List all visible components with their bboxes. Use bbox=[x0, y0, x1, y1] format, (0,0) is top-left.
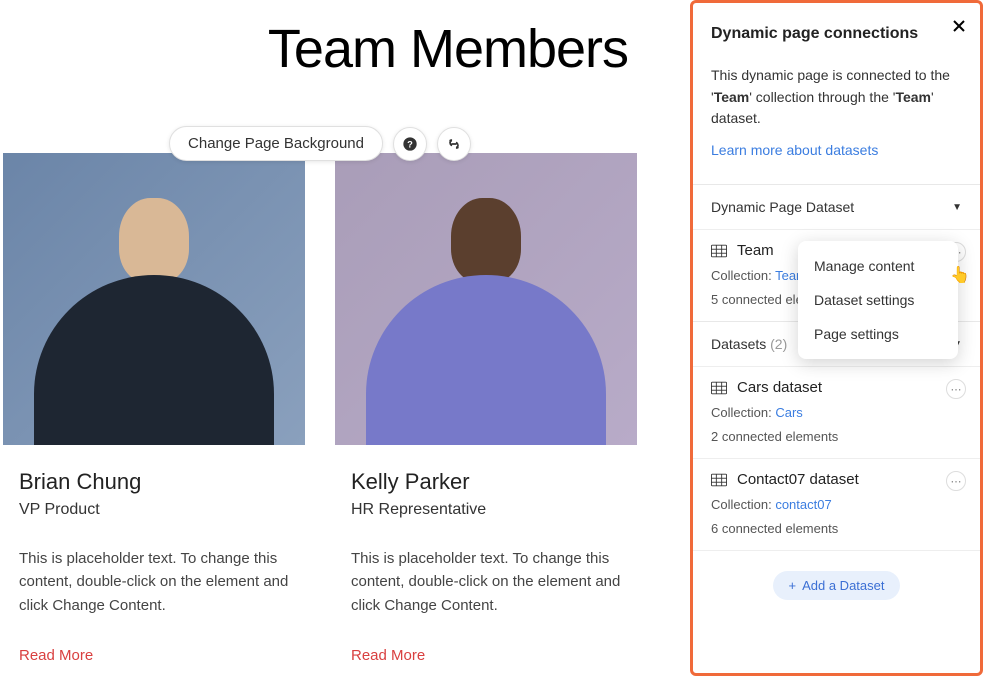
member-photo bbox=[3, 153, 305, 445]
connections-panel: Dynamic page connections This dynamic pa… bbox=[690, 0, 983, 676]
close-button[interactable] bbox=[952, 17, 966, 38]
learn-more-link[interactable]: Learn more about datasets bbox=[711, 142, 962, 158]
datasets-count: (2) bbox=[770, 336, 787, 352]
team-card[interactable]: Brian Chung VP Product This is placehold… bbox=[3, 153, 305, 665]
dataset-item[interactable]: Cars dataset ⋯ Collection: Cars 2 connec… bbox=[693, 366, 980, 458]
connections-button[interactable] bbox=[437, 127, 471, 161]
section-label: Dynamic Page Dataset bbox=[711, 199, 854, 215]
dataset-name: Contact07 dataset bbox=[737, 471, 859, 488]
menu-dataset-settings[interactable]: Dataset settings bbox=[798, 283, 958, 317]
close-icon bbox=[952, 19, 966, 33]
table-icon bbox=[711, 244, 727, 258]
read-more-link[interactable]: Read More bbox=[351, 647, 425, 664]
table-icon bbox=[711, 381, 727, 395]
panel-description: This dynamic page is connected to the 'T… bbox=[711, 65, 962, 130]
member-photo bbox=[335, 153, 637, 445]
menu-page-settings[interactable]: Page settings bbox=[798, 317, 958, 351]
dynamic-dataset-section-header[interactable]: Dynamic Page Dataset ▼ bbox=[693, 185, 980, 229]
member-description: This is placeholder text. To change this… bbox=[19, 547, 289, 617]
dataset-item[interactable]: Contact07 dataset ⋯ Collection: contact0… bbox=[693, 458, 980, 550]
menu-manage-content[interactable]: Manage content bbox=[798, 249, 958, 283]
team-card[interactable]: Kelly Parker HR Representative This is p… bbox=[335, 153, 637, 665]
chevron-down-icon: ▼ bbox=[952, 202, 962, 213]
connected-elements-count: 6 connected elements bbox=[711, 521, 962, 536]
help-icon: ? bbox=[402, 136, 418, 152]
table-icon bbox=[711, 473, 727, 487]
plus-icon: + bbox=[789, 578, 797, 593]
dataset-more-button[interactable]: ⋯ bbox=[946, 471, 966, 491]
read-more-link[interactable]: Read More bbox=[19, 647, 93, 664]
page-title: Team Members bbox=[0, 0, 640, 80]
add-dataset-button[interactable]: + Add a Dataset bbox=[773, 571, 901, 600]
member-name: Kelly Parker bbox=[351, 469, 621, 495]
dataset-name: Team bbox=[737, 242, 774, 259]
connected-elements-count: 2 connected elements bbox=[711, 429, 962, 444]
collection-link[interactable]: contact07 bbox=[775, 497, 831, 512]
member-role: HR Representative bbox=[351, 501, 621, 519]
link-icon bbox=[446, 136, 462, 152]
svg-text:?: ? bbox=[407, 139, 413, 149]
dataset-name: Cars dataset bbox=[737, 379, 822, 396]
change-page-background-button[interactable]: Change Page Background bbox=[169, 126, 383, 161]
panel-title: Dynamic page connections bbox=[711, 25, 962, 43]
dataset-context-menu: Manage content Dataset settings Page set… bbox=[798, 241, 958, 359]
member-description: This is placeholder text. To change this… bbox=[351, 547, 621, 617]
team-cards-grid: Brian Chung VP Product This is placehold… bbox=[3, 153, 637, 665]
section-label: Datasets bbox=[711, 336, 766, 352]
collection-link[interactable]: Cars bbox=[775, 405, 802, 420]
member-role: VP Product bbox=[19, 501, 289, 519]
dataset-more-button[interactable]: ⋯ bbox=[946, 379, 966, 399]
editor-canvas: Team Members Change Page Background ? Br… bbox=[0, 0, 640, 676]
canvas-toolbar: Change Page Background ? bbox=[169, 126, 471, 161]
member-name: Brian Chung bbox=[19, 469, 289, 495]
help-button[interactable]: ? bbox=[393, 127, 427, 161]
